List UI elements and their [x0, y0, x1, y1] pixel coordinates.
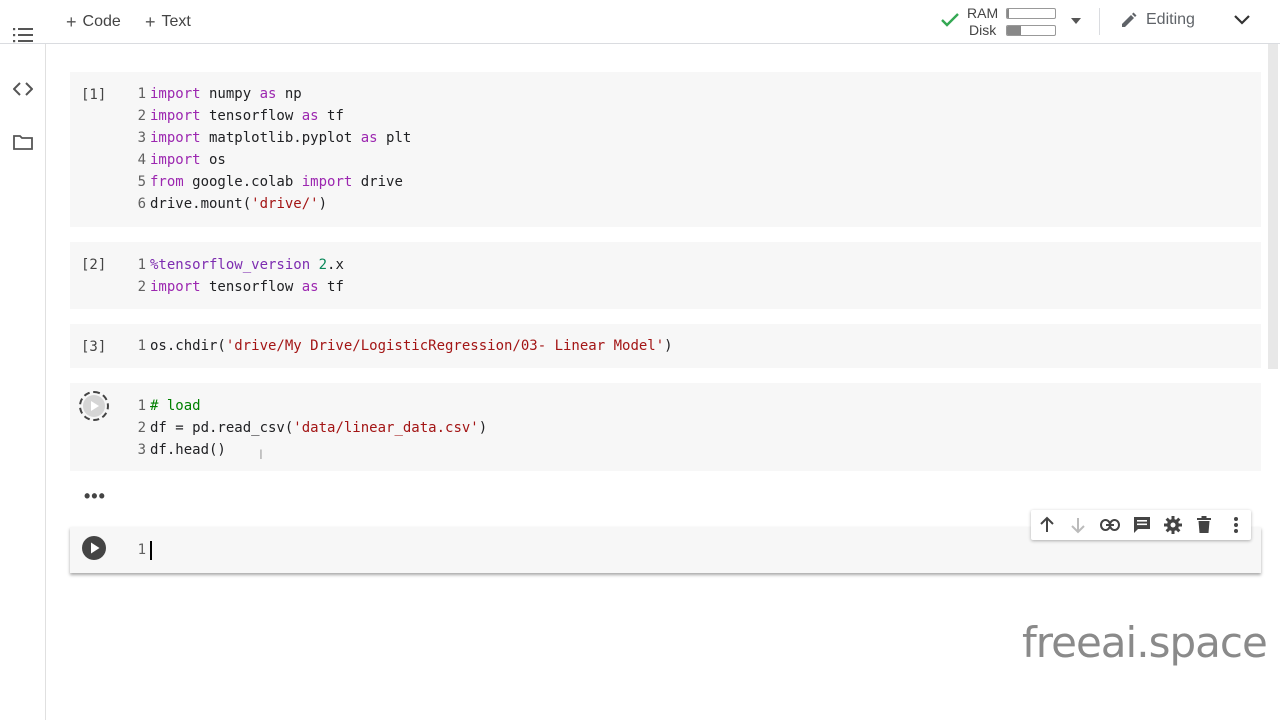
line-number: 6	[137, 196, 146, 212]
text-cursor	[150, 541, 152, 560]
move-down-icon[interactable]	[1068, 515, 1088, 535]
left-rail	[0, 28, 46, 720]
line-number: 3	[137, 130, 146, 146]
disk-bar	[1006, 25, 1056, 36]
add-code-button[interactable]: + Code	[66, 10, 121, 34]
line-number: 2	[137, 279, 146, 295]
disk-label: Disk	[969, 22, 997, 38]
caret-down-icon[interactable]	[1070, 17, 1082, 25]
code-line: import matplotlib.pyplot as plt	[150, 130, 412, 146]
line-number: 5	[137, 174, 146, 190]
add-text-label: Text	[161, 13, 191, 30]
add-text-button[interactable]: + Text	[145, 10, 191, 34]
toolbar-divider	[1099, 8, 1100, 35]
line-number: 1	[137, 338, 146, 354]
folder-icon[interactable]	[13, 132, 33, 152]
plus-icon: +	[66, 11, 77, 32]
code-line: %tensorflow_version 2.x	[150, 257, 344, 273]
ram-bar	[1006, 8, 1056, 19]
code-line: import tensorflow as tf	[150, 279, 344, 295]
code-cell-4[interactable]: 1 # load 2 df = pd.read_csv('data/linear…	[70, 383, 1261, 471]
editing-label: Editing	[1146, 11, 1195, 28]
code-line: drive.mount('drive/')	[150, 196, 328, 212]
watermark: freeai.space	[1022, 618, 1268, 667]
comment-icon[interactable]	[1132, 515, 1152, 535]
line-number: 2	[137, 108, 146, 124]
code-line: import tensorflow as tf	[150, 108, 344, 124]
line-number: 2	[137, 420, 146, 436]
line-number: 4	[137, 152, 146, 168]
code-cell-2[interactable]: [2] 1 %tensorflow_version 2.x 2 import t…	[70, 242, 1261, 309]
line-number: 1	[137, 542, 146, 558]
more-vert-icon[interactable]	[1226, 515, 1246, 535]
code-line: # load	[150, 398, 201, 414]
line-number: 3	[137, 442, 146, 458]
link-icon[interactable]	[1100, 515, 1120, 535]
line-number: 1	[137, 257, 146, 273]
mouse-ibeam-cursor: I	[259, 446, 263, 462]
code-line: import os	[150, 152, 226, 168]
output-collapsed-indicator[interactable]: •••	[84, 486, 106, 507]
ram-label: RAM	[967, 5, 999, 21]
move-up-icon[interactable]	[1037, 515, 1057, 535]
code-line: import numpy as np	[150, 86, 302, 102]
pencil-icon	[1122, 12, 1137, 27]
check-icon	[941, 13, 959, 27]
code-snippets-icon[interactable]	[13, 79, 33, 99]
code-cell-1[interactable]: [1] 1 import numpy as np 2 import tensor…	[70, 72, 1261, 227]
code-cell-3[interactable]: [3] 1 os.chdir('drive/My Drive/LogisticR…	[70, 324, 1261, 368]
trash-icon[interactable]	[1194, 515, 1214, 535]
resources-indicator[interactable]: RAM Disk	[940, 4, 1085, 40]
play-icon	[82, 536, 106, 560]
plus-icon: +	[145, 11, 156, 32]
table-of-contents-icon[interactable]	[13, 25, 33, 45]
notebook-toolbar: + Code + Text RAM Disk Editing	[0, 0, 1280, 44]
code-line: from google.colab import drive	[150, 174, 403, 190]
code-line: df = pd.read_csv('data/linear_data.csv')	[150, 420, 488, 436]
editing-mode-button[interactable]: Editing	[1120, 11, 1195, 29]
cell-toolbar	[1031, 510, 1251, 540]
chevron-down-icon[interactable]	[1233, 13, 1251, 27]
line-number: 1	[137, 398, 146, 414]
code-line: os.chdir('drive/My Drive/LogisticRegress…	[150, 338, 673, 354]
gear-icon[interactable]	[1163, 515, 1183, 535]
code-line: df.head()	[150, 442, 226, 458]
run-cell-button[interactable]	[81, 535, 111, 565]
add-code-label: Code	[82, 13, 121, 30]
line-number: 1	[137, 86, 146, 102]
scrollbar-thumb[interactable]	[1268, 44, 1278, 369]
